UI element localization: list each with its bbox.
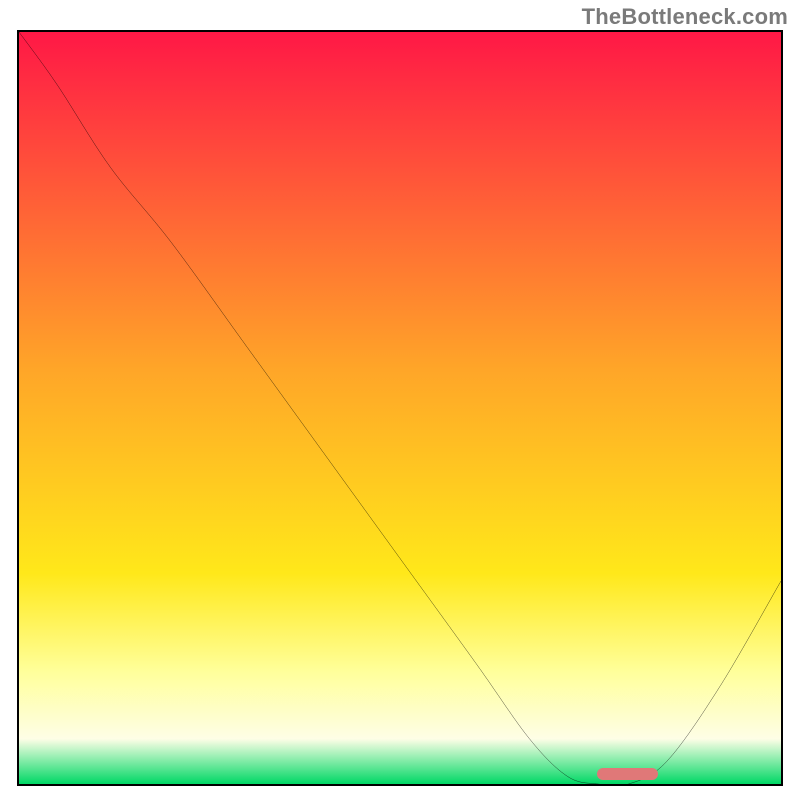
optimal-marker: [597, 768, 658, 780]
watermark-label: TheBottleneck.com: [582, 4, 788, 30]
plot-area: [17, 30, 783, 786]
chart-frame: TheBottleneck.com: [0, 0, 800, 800]
gradient-background: [19, 32, 781, 784]
